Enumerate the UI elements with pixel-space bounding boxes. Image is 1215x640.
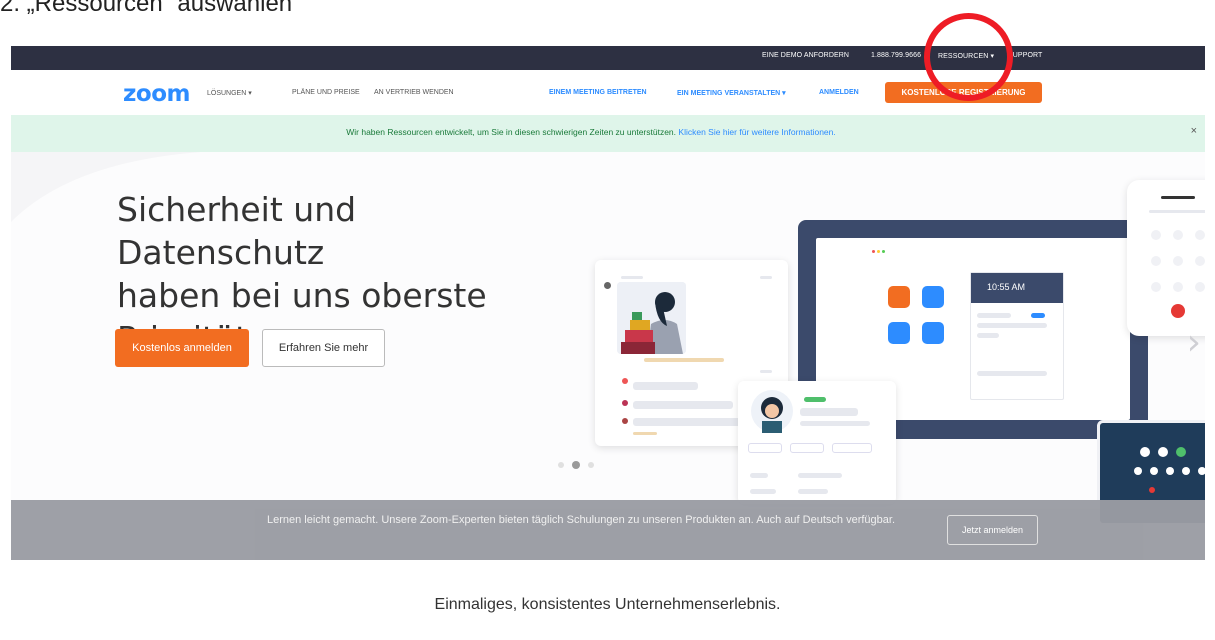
message-bubble [633, 401, 733, 409]
carousel-dot[interactable] [588, 462, 594, 468]
hero-title-line: haben bei uns oberste [117, 276, 487, 315]
action-button [832, 443, 872, 453]
window-dot [872, 250, 875, 253]
woman-gifts-illustration [617, 282, 686, 354]
hero-section: Sicherheit und Datenschutz haben bei uns… [11, 152, 1205, 560]
text-placeholder [977, 371, 1047, 376]
request-demo-link[interactable]: EINE DEMO ANFORDERN [762, 52, 849, 59]
participant-dot [1182, 467, 1190, 475]
banner-link[interactable]: Klicken Sie hier für weitere Information… [678, 127, 835, 137]
join-icon [922, 286, 944, 308]
action-button [748, 443, 782, 453]
text-placeholder [1149, 210, 1205, 213]
reaction-row [633, 432, 657, 435]
sign-up-free-button[interactable]: Kostenlos anmelden [115, 329, 249, 367]
support-link[interactable]: SUPPORT [1008, 52, 1042, 59]
participant-dot [1134, 467, 1142, 475]
top-utility-bar: EINE DEMO ANFORDERN 1.888.799.9666 RESSO… [11, 46, 1205, 70]
phone-illustration [1127, 180, 1205, 336]
hero-title-line: Sicherheit und Datenschutz [117, 190, 357, 272]
participant-dot [1176, 447, 1186, 457]
clock-time: 10:55 AM [987, 282, 1026, 292]
window-dot [877, 250, 880, 253]
status-badge [804, 397, 826, 402]
text-placeholder [800, 421, 870, 426]
reaction-row [644, 358, 724, 362]
control-icon [1151, 282, 1161, 292]
nav-solutions[interactable]: LÖSUNGEN ▾ [207, 89, 252, 97]
text-placeholder [977, 333, 999, 338]
zoom-logo[interactable]: zoom [123, 81, 190, 107]
carousel-dot[interactable] [558, 462, 564, 468]
nav-host-meeting[interactable]: EIN MEETING VERANSTALTEN ▾ [677, 89, 786, 97]
contact-card-illustration [738, 381, 896, 504]
text-placeholder [977, 323, 1047, 328]
participant-dot [1166, 467, 1174, 475]
main-navigation: zoom LÖSUNGEN ▾ PLÄNE UND PREISE AN VERT… [11, 70, 1205, 115]
section-heading: Einmaliges, konsistentes Unternehmenserl… [434, 596, 781, 613]
text-placeholder [750, 489, 776, 494]
text-placeholder [798, 489, 828, 494]
participant-dot [1198, 467, 1205, 475]
text-placeholder [798, 473, 842, 478]
carousel-dot-active[interactable] [572, 461, 580, 469]
training-text: Lernen leicht gemacht. Unsere Zoom-Exper… [267, 514, 895, 526]
control-icon [1151, 230, 1161, 240]
message-bubble [633, 382, 698, 390]
illustration-image [617, 282, 686, 354]
control-icon [1151, 256, 1161, 266]
control-icon [1173, 230, 1183, 240]
control-icon [1173, 256, 1183, 266]
highlight-circle [924, 13, 1013, 101]
text-placeholder [760, 276, 772, 279]
phone-number: 1.888.799.9666 [871, 52, 922, 59]
carousel-next-arrow[interactable]: › [1187, 322, 1201, 363]
close-icon[interactable]: × [1191, 125, 1197, 137]
calendar-panel: 10:55 AM [970, 272, 1064, 400]
participant-dot [1150, 467, 1158, 475]
participant-dot [1158, 447, 1168, 457]
end-call-icon [1171, 304, 1185, 318]
avatar [604, 282, 611, 289]
control-icon [1195, 282, 1205, 292]
text-placeholder [750, 473, 768, 478]
text-placeholder [800, 408, 858, 416]
control-icon [1195, 230, 1205, 240]
avatar [622, 400, 628, 406]
banner-message: Wir haben Ressourcen entwickelt, um Sie … [11, 127, 1171, 137]
register-now-button[interactable]: Jetzt anmelden [947, 515, 1038, 545]
contact-avatar-illustration [751, 390, 793, 433]
control-icon [1195, 256, 1205, 266]
new-meeting-icon [888, 286, 910, 308]
avatar [622, 418, 628, 424]
record-dot [1149, 487, 1155, 493]
training-bar: Lernen leicht gemacht. Unsere Zoom-Exper… [11, 500, 1205, 560]
phone-notch [1161, 196, 1195, 199]
banner-text: Wir haben Ressourcen entwickelt, um Sie … [346, 127, 677, 137]
control-icon [1173, 282, 1183, 292]
participant-dot [1140, 447, 1150, 457]
learn-more-button[interactable]: Erfahren Sie mehr [262, 329, 385, 367]
clock-header: 10:55 AM [971, 273, 1063, 303]
text-placeholder [621, 276, 643, 279]
window-dot [882, 250, 885, 253]
nav-plans-pricing[interactable]: PLÄNE UND PREISE [292, 89, 360, 96]
text-placeholder [760, 370, 772, 373]
avatar [622, 378, 628, 384]
action-button [790, 443, 824, 453]
text-placeholder [1031, 313, 1045, 318]
info-banner: Wir haben Ressourcen entwickelt, um Sie … [11, 115, 1205, 152]
message-bubble [633, 418, 753, 426]
text-placeholder [977, 313, 1011, 318]
nav-contact-sales[interactable]: AN VERTRIEB WENDEN [374, 89, 454, 96]
nav-sign-in[interactable]: ANMELDEN [819, 89, 859, 96]
schedule-icon [888, 322, 910, 344]
share-screen-icon [922, 322, 944, 344]
nav-join-meeting[interactable]: EINEM MEETING BEITRETEN [549, 89, 647, 96]
step-caption: 2. „Ressourcen“ auswählen [0, 0, 293, 17]
